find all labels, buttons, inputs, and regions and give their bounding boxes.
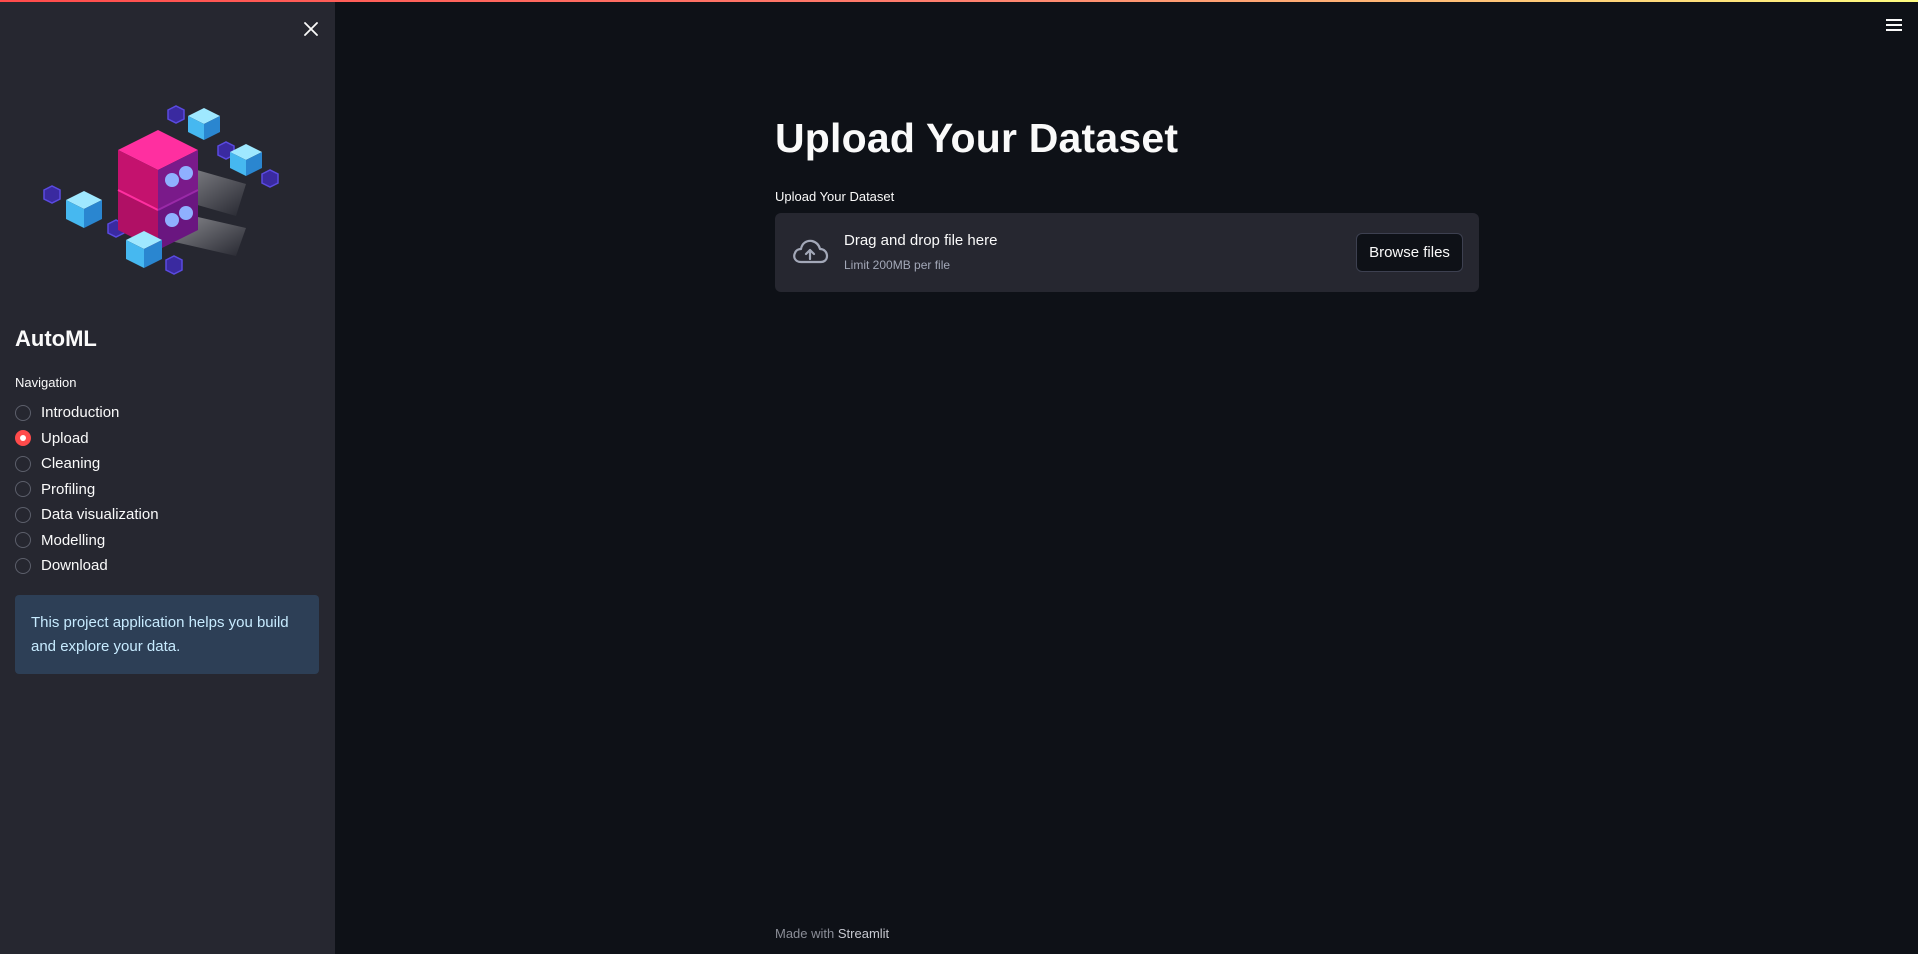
main-menu-button[interactable] xyxy=(1882,14,1906,36)
radio-button[interactable] xyxy=(15,404,31,421)
close-icon xyxy=(304,22,318,36)
close-sidebar-button[interactable] xyxy=(298,16,324,42)
nav-item-label: Modelling xyxy=(41,531,106,549)
hamburger-menu-icon xyxy=(1886,19,1902,31)
file-dropzone[interactable]: Drag and drop file here Limit 200MB per … xyxy=(775,213,1479,292)
nav-item-cleaning[interactable]: Cleaning xyxy=(15,451,315,477)
footer: Made with Streamlit xyxy=(775,926,889,941)
footer-prefix: Made with xyxy=(775,926,835,941)
logo-illustration xyxy=(43,105,279,275)
navigation-radio-group: Introduction Upload Cleaning Profiling D… xyxy=(15,400,315,579)
app-title: AutoML xyxy=(15,326,97,351)
nav-item-label: Download xyxy=(41,557,108,575)
nav-item-label: Upload xyxy=(41,429,89,447)
nav-item-download[interactable]: Download xyxy=(15,553,315,579)
nav-item-label: Cleaning xyxy=(41,455,101,473)
nav-item-modelling[interactable]: Modelling xyxy=(15,528,315,554)
cloud-upload-icon xyxy=(793,239,829,264)
nav-item-profiling[interactable]: Profiling xyxy=(15,477,315,503)
radio-button[interactable] xyxy=(15,481,31,498)
radio-button[interactable] xyxy=(15,506,31,523)
nav-item-introduction[interactable]: Introduction xyxy=(15,400,315,426)
sidebar: AutoML Navigation Introduction Upload Cl… xyxy=(0,0,335,954)
nav-item-label: Introduction xyxy=(41,404,120,422)
radio-button[interactable] xyxy=(15,557,31,574)
page-title: Upload Your Dataset xyxy=(775,115,1179,161)
radio-button[interactable] xyxy=(15,532,31,549)
radio-button[interactable] xyxy=(15,455,31,472)
radio-button-selected[interactable] xyxy=(15,430,31,447)
dropzone-instructions: Drag and drop file here xyxy=(844,232,998,249)
top-decoration-bar xyxy=(0,0,1918,2)
nav-item-upload[interactable]: Upload xyxy=(15,426,315,452)
nav-item-label: Data visualization xyxy=(41,506,159,524)
nav-item-data-visualization[interactable]: Data visualization xyxy=(15,502,315,528)
info-alert: This project application helps you build… xyxy=(15,595,319,674)
navigation-label: Navigation xyxy=(15,375,77,390)
nav-item-label: Profiling xyxy=(41,480,96,498)
streamlit-link[interactable]: Streamlit xyxy=(838,926,889,941)
browse-files-button[interactable]: Browse files xyxy=(1356,233,1463,272)
file-size-limit: Limit 200MB per file xyxy=(844,258,951,272)
file-uploader-label: Upload Your Dataset xyxy=(775,189,895,204)
